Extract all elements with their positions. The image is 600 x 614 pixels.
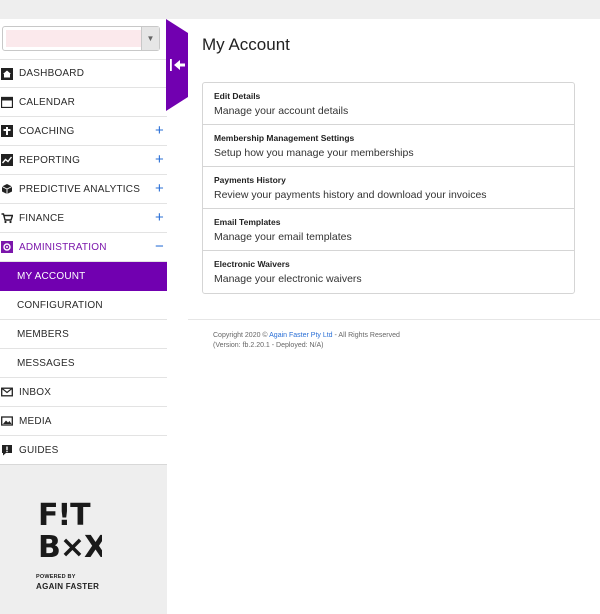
sidebar-item-finance[interactable]: FINANCE +	[0, 204, 167, 233]
cart-icon	[1, 212, 13, 224]
card-title: Payments History	[214, 175, 286, 185]
collapse-bar-icon	[170, 59, 172, 71]
footer-divider	[188, 319, 600, 320]
sidebar-item-my-account[interactable]: MY ACCOUNT	[0, 262, 167, 291]
expand-reporting-icon[interactable]: +	[155, 151, 164, 168]
sidebar-menu: DASHBOARD CALENDAR COACHING + REPORTING …	[0, 59, 167, 465]
sidebar-item-calendar[interactable]: CALENDAR	[0, 88, 167, 117]
sidebar-item-media[interactable]: MEDIA	[0, 407, 167, 436]
chart-icon	[1, 154, 13, 166]
sidebar-item-administration[interactable]: ADMINISTRATION −	[0, 233, 167, 262]
sidebar-item-coaching[interactable]: COACHING +	[0, 117, 167, 146]
card-description: Manage your account details	[214, 105, 349, 117]
collapse-administration-icon[interactable]: −	[155, 238, 164, 255]
svg-text:F!T: F!T	[38, 498, 91, 533]
card-description: Manage your email templates	[214, 231, 352, 243]
email-templates-card[interactable]: Email Templates Manage your email templa…	[203, 209, 574, 251]
brand-name: AGAIN FASTER	[36, 582, 100, 591]
coaching-icon	[1, 125, 13, 137]
sidebar-item-dashboard[interactable]: DASHBOARD	[0, 59, 167, 88]
sidebar-item-members[interactable]: MEMBERS	[0, 320, 167, 349]
card-description: Manage your electronic waivers	[214, 273, 362, 285]
fitbox-logo: F!T B×X	[38, 498, 102, 565]
version-info: (Version: fb.2.20.1 - Deployed: N/A)	[213, 342, 324, 349]
sidebar: ▼ DASHBOARD CALENDAR COACHING + REPORTIN…	[0, 19, 167, 614]
account-options-list: Edit Details Manage your account details…	[202, 82, 575, 294]
top-bar	[0, 0, 600, 19]
page-footer: Copyright 2020 © Again Faster Pty Ltd - …	[213, 331, 400, 351]
card-title: Electronic Waivers	[214, 259, 290, 269]
card-title: Email Templates	[214, 217, 281, 227]
expand-finance-icon[interactable]: +	[155, 209, 164, 226]
card-title: Edit Details	[214, 91, 261, 101]
sidebar-item-guides[interactable]: GUIDES	[0, 436, 167, 465]
edit-details-card[interactable]: Edit Details Manage your account details	[203, 83, 574, 125]
card-description: Review your payments history and downloa…	[214, 189, 487, 201]
copyright-suffix: - All Rights Reserved	[332, 332, 400, 339]
sidebar-item-predictive-analytics[interactable]: PREDICTIVE ANALYTICS +	[0, 175, 167, 204]
guide-icon	[1, 444, 13, 456]
home-icon	[1, 67, 13, 80]
payments-history-card[interactable]: Payments History Review your payments hi…	[203, 167, 574, 209]
chevron-down-icon: ▼	[141, 27, 159, 50]
card-title: Membership Management Settings	[214, 133, 355, 143]
svg-text:B×X: B×X	[38, 530, 102, 565]
copyright-line: Copyright 2020 © Again Faster Pty Ltd - …	[213, 331, 400, 341]
membership-settings-card[interactable]: Membership Management Settings Setup how…	[203, 125, 574, 167]
image-icon	[1, 415, 13, 427]
expand-coaching-icon[interactable]: +	[155, 122, 164, 139]
main-content: My Account Edit Details Manage your acco…	[188, 19, 600, 614]
sidebar-item-messages[interactable]: MESSAGES	[0, 349, 167, 378]
copyright-prefix: Copyright 2020 ©	[213, 332, 270, 339]
company-link[interactable]: Again Faster Pty Ltd	[269, 332, 332, 339]
collapse-sidebar-button[interactable]	[166, 19, 188, 111]
gym-select-value	[6, 30, 142, 47]
sidebar-item-reporting[interactable]: REPORTING +	[0, 146, 167, 175]
envelope-icon	[1, 386, 13, 398]
sidebar-footer: F!T B×X POWERED BY AGAIN FASTER	[0, 464, 167, 614]
cube-icon	[1, 183, 13, 195]
calendar-icon	[1, 96, 13, 108]
electronic-waivers-card[interactable]: Electronic Waivers Manage your electroni…	[203, 251, 574, 293]
powered-by-label: POWERED BY	[36, 574, 76, 580]
gym-select[interactable]: ▼	[2, 26, 160, 51]
sidebar-item-inbox[interactable]: INBOX	[0, 378, 167, 407]
sidebar-item-configuration[interactable]: CONFIGURATION	[0, 291, 167, 320]
gear-icon	[1, 241, 13, 253]
card-description: Setup how you manage your memberships	[214, 147, 414, 159]
page-title: My Account	[202, 35, 290, 54]
expand-predictive-analytics-icon[interactable]: +	[155, 180, 164, 197]
